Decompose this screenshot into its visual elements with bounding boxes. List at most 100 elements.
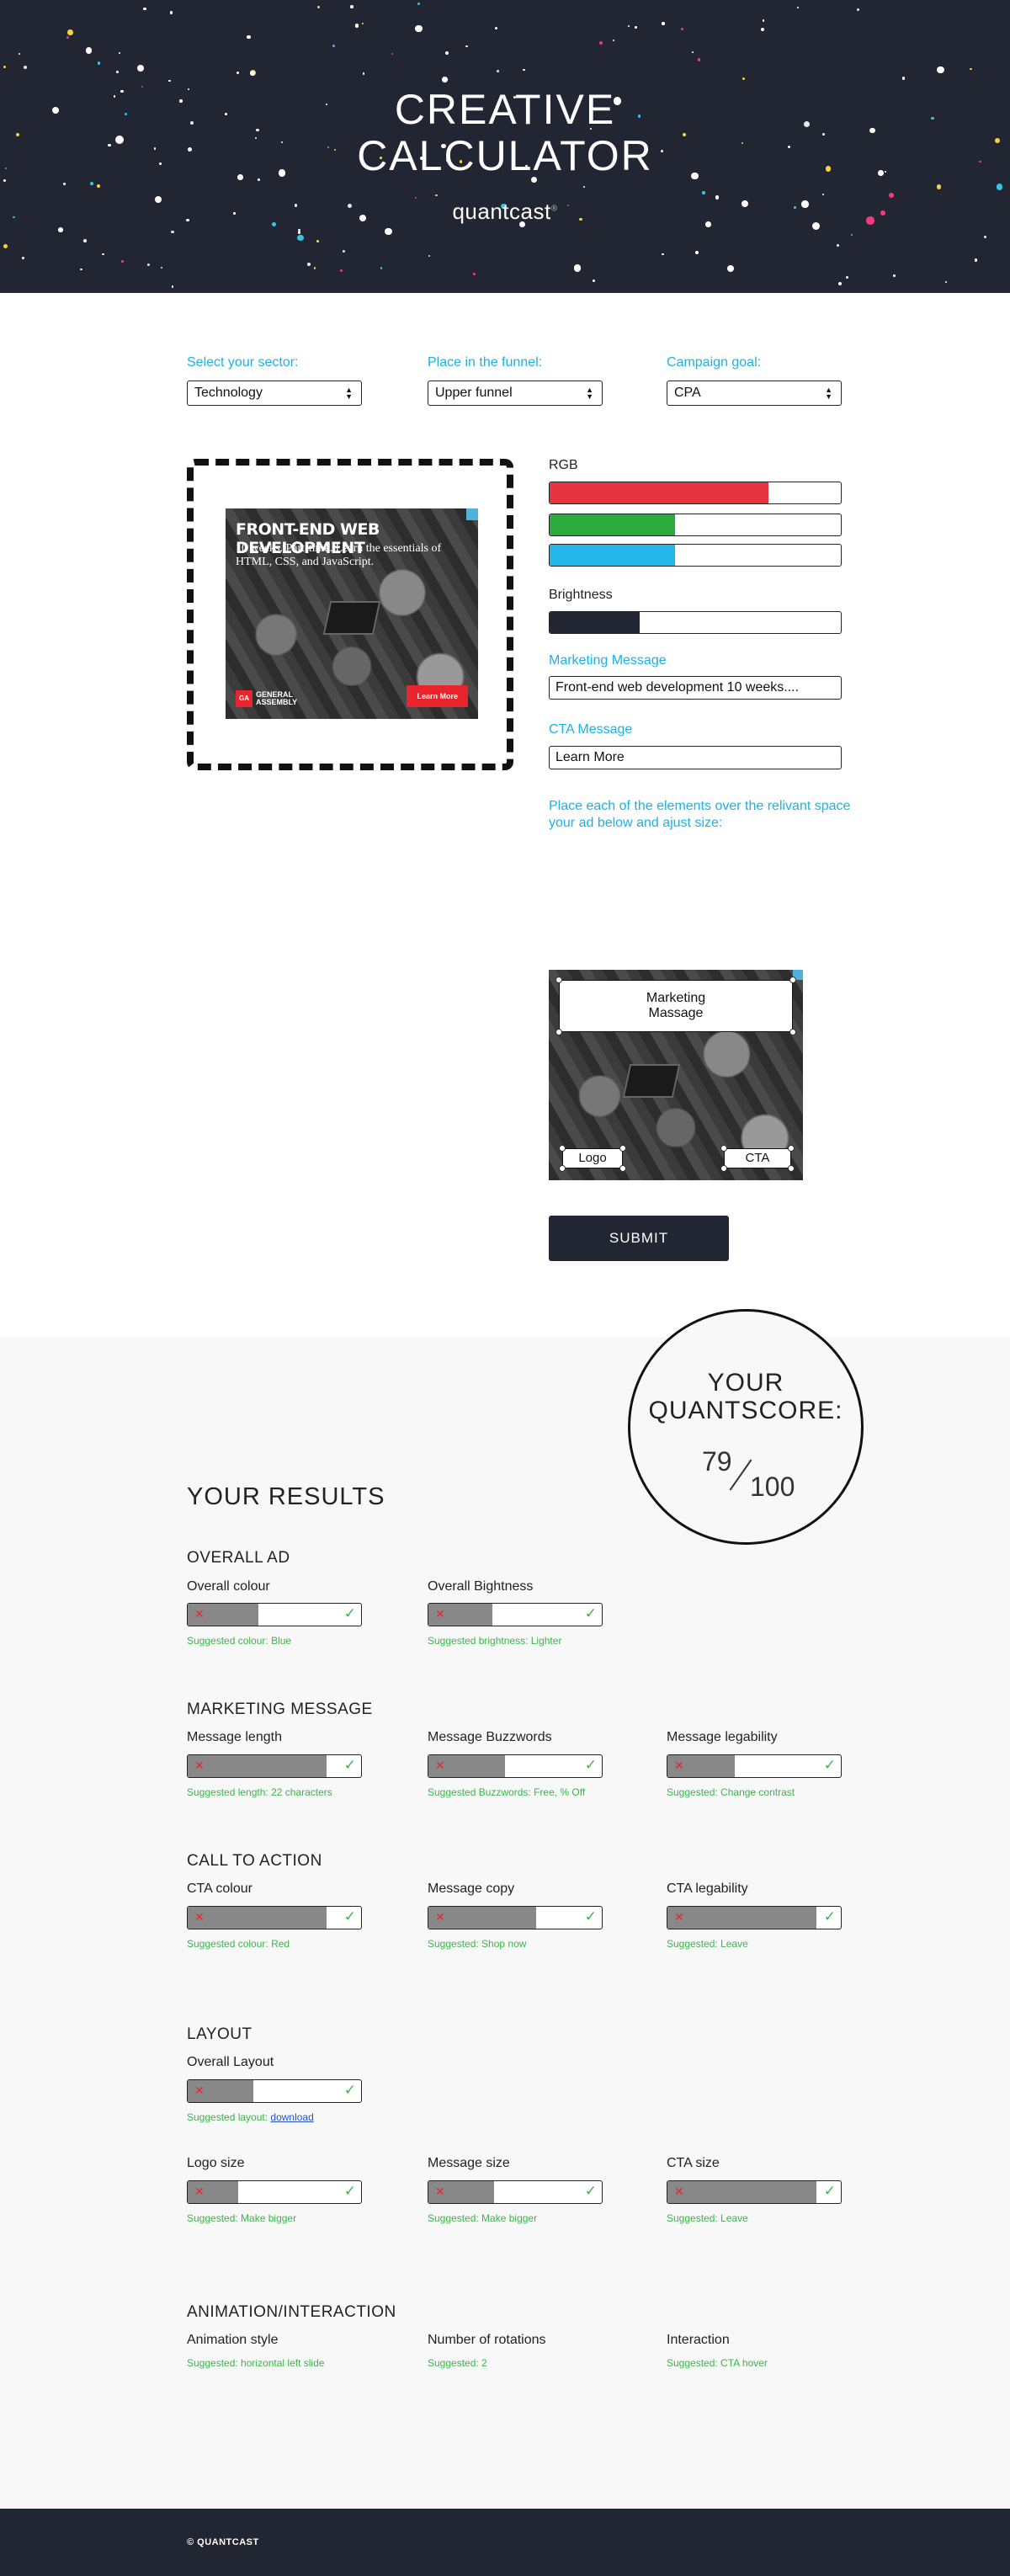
quantcast-logo: quantcast® — [0, 199, 1010, 225]
animation-title: ANIMATION/INTERACTION — [187, 2303, 396, 2321]
resize-handle[interactable] — [559, 1165, 566, 1172]
brightness-slider[interactable] — [549, 611, 842, 634]
resize-handle[interactable] — [556, 1029, 562, 1035]
star-dot — [297, 231, 301, 234]
star-dot — [143, 8, 146, 11]
check-icon: ✓ — [343, 2082, 356, 2098]
blue-slider[interactable] — [549, 544, 842, 567]
star-dot — [702, 191, 705, 194]
message-copy-label: Message copy — [428, 1881, 515, 1896]
registered-mark: ® — [550, 204, 558, 214]
star-dot — [58, 227, 63, 232]
star-dot — [171, 230, 174, 234]
star-dot — [444, 51, 449, 55]
star-dot — [599, 41, 603, 45]
submit-button[interactable]: SUBMIT — [549, 1216, 729, 1261]
star-dot — [821, 194, 824, 196]
star-dot — [494, 27, 497, 30]
overall-brightness-suggestion: Suggested brightness: Lighter — [428, 1635, 562, 1647]
logo-size-meter: ✕ ✓ — [187, 2180, 362, 2204]
hero-title-line1: CREATIVE — [394, 86, 616, 133]
cross-icon: ✕ — [435, 2185, 445, 2198]
cross-icon: ✕ — [194, 1759, 205, 1772]
select-arrows-icon: ▲ ▼ — [586, 386, 593, 401]
star-dot — [573, 264, 582, 272]
resize-handle[interactable] — [559, 1145, 566, 1152]
message-size-label: Message size — [428, 2156, 510, 2170]
star-dot — [116, 70, 120, 74]
goal-select[interactable]: CPA ▲ ▼ — [667, 381, 842, 406]
star-dot — [996, 184, 1003, 190]
footer-copyright: © QUANTCAST — [187, 2537, 259, 2547]
sector-select[interactable]: Technology ▲ ▼ — [187, 381, 362, 406]
star-dot — [80, 268, 82, 271]
quantscore-title-line2: QUANTSCORE: — [648, 1397, 843, 1424]
star-dot — [169, 10, 173, 14]
star-dot — [936, 66, 944, 74]
star-dot — [90, 182, 93, 186]
funnel-select[interactable]: Upper funnel ▲ ▼ — [428, 381, 603, 406]
message-copy-meter: ✕ ✓ — [428, 1906, 603, 1929]
funnel-label: Place in the funnel: — [428, 355, 543, 370]
cta-size-suggestion: Suggested: Leave — [667, 2212, 748, 2224]
star-dot — [160, 266, 163, 269]
star-dot — [67, 29, 73, 35]
cta-handle[interactable]: CTA — [724, 1148, 791, 1168]
interaction-suggestion: Suggested: CTA hover — [667, 2357, 768, 2369]
star-dot — [85, 47, 93, 54]
marketing-message-label: Marketing Message — [549, 653, 667, 668]
star-dot — [385, 227, 393, 236]
resize-handle[interactable] — [720, 1145, 727, 1152]
red-slider[interactable] — [549, 482, 842, 504]
star-dot — [168, 79, 171, 82]
star-dot — [3, 179, 7, 183]
download-link[interactable]: download — [270, 2111, 313, 2123]
star-dot — [836, 244, 839, 247]
star-dot — [936, 184, 942, 189]
check-icon: ✓ — [584, 1605, 597, 1621]
resize-handle[interactable] — [789, 977, 796, 983]
star-dot — [97, 61, 101, 65]
message-legability-suggestion: Suggested: Change contrast — [667, 1786, 795, 1798]
cta-message-input[interactable]: Learn More — [549, 746, 842, 769]
funnel-value: Upper funnel — [435, 386, 513, 400]
green-slider[interactable] — [549, 514, 842, 536]
star-dot — [21, 256, 24, 260]
marketing-message-input[interactable]: Front-end web development 10 weeks.... — [549, 676, 842, 700]
message-buzzwords-suggestion: Suggested Buzzwords: Free, % Off — [428, 1786, 586, 1798]
marketing-message-handle[interactable]: Marketing Massage — [559, 980, 793, 1032]
cross-icon: ✕ — [674, 2185, 684, 2198]
cross-icon: ✕ — [194, 2185, 205, 2198]
resize-handle[interactable] — [788, 1145, 795, 1152]
star-dot — [582, 185, 585, 188]
layout-ad-canvas[interactable]: Marketing Massage Logo CTA — [549, 970, 803, 1180]
overall-layout-meter: ✕ ✓ — [187, 2079, 362, 2103]
ad-logo-text-2: ASSEMBLY — [256, 698, 298, 706]
message-length-label: Message length — [187, 1730, 282, 1744]
ad-cta-button: Learn More — [407, 685, 468, 707]
star-dot — [496, 69, 500, 73]
star-dot — [362, 72, 365, 75]
resize-handle[interactable] — [619, 1145, 626, 1152]
resize-handle[interactable] — [788, 1165, 795, 1172]
logo-handle[interactable]: Logo — [562, 1148, 623, 1168]
star-dot — [974, 258, 978, 262]
resize-handle[interactable] — [789, 1029, 796, 1035]
star-dot — [63, 182, 66, 186]
message-length-suggestion: Suggested length: 22 characters — [187, 1786, 332, 1798]
star-dot — [342, 249, 345, 253]
cross-icon: ✕ — [194, 2084, 205, 2097]
message-legability-label: Message legability — [667, 1730, 778, 1744]
resize-handle[interactable] — [619, 1165, 626, 1172]
resize-handle[interactable] — [720, 1165, 727, 1172]
check-icon: ✓ — [343, 1757, 356, 1773]
message-size-meter: ✕ ✓ — [428, 2180, 603, 2204]
cta-size-meter: ✕ ✓ — [667, 2180, 842, 2204]
cta-colour-suggestion: Suggested colour: Red — [187, 1938, 290, 1950]
brightness-slider-fill — [550, 612, 641, 633]
handle-message-line2: Massage — [648, 1006, 704, 1020]
meter-fill — [667, 2181, 817, 2203]
resize-handle[interactable] — [556, 977, 562, 983]
interaction-label: Interaction — [667, 2333, 730, 2347]
star-dot — [171, 285, 174, 288]
